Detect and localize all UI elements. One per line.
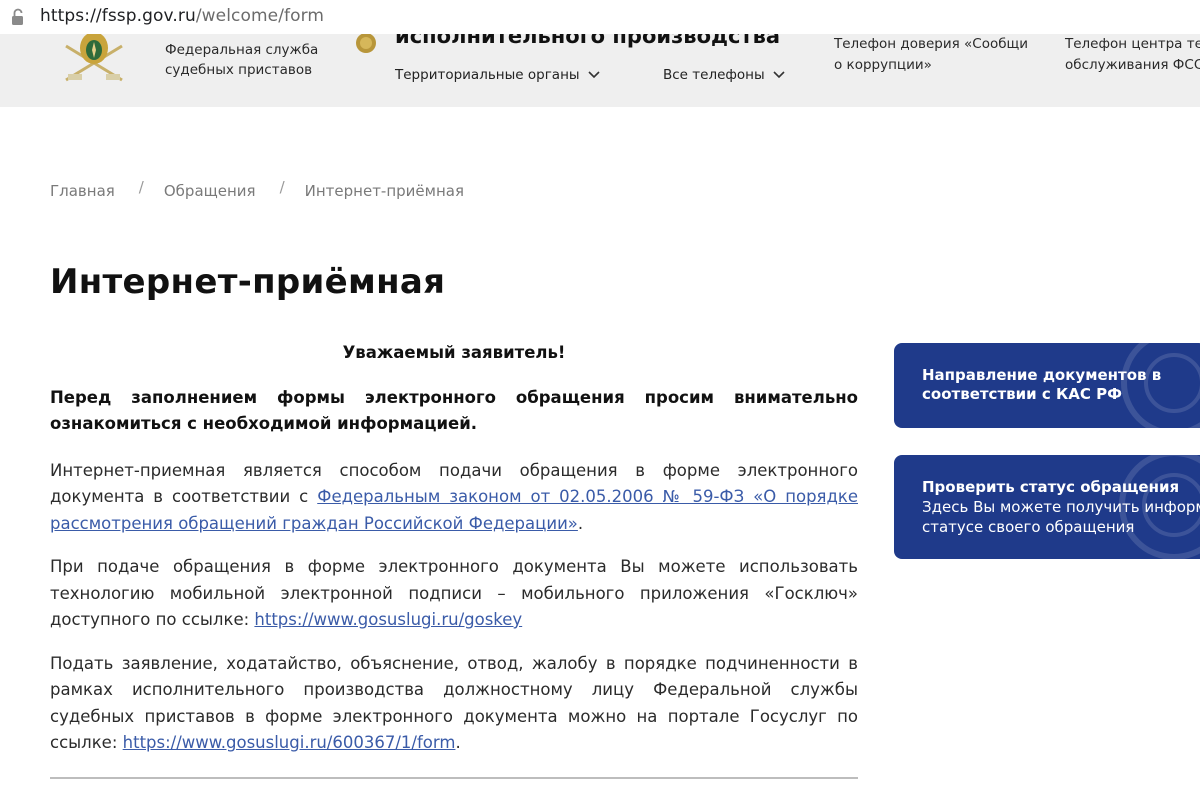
check-status-card[interactable]: Проверить статус обращения Здесь Вы може…	[894, 455, 1200, 559]
kas-card-line2: соответствии с КАС РФ	[922, 385, 1122, 403]
header-title: исполнительного производства	[395, 34, 781, 48]
org-name: Федеральная служба судебных приставов	[165, 40, 318, 80]
trust-phone-link[interactable]: Телефон доверия «Сообщи о коррупции»	[834, 34, 1028, 76]
url-path: /welcome/form	[195, 6, 325, 26]
status-card-subtitle: Здесь Вы можете получить информа статусе…	[922, 497, 1200, 537]
status-card-title: Проверить статус обращения	[922, 478, 1180, 496]
trust-phone-line1: Телефон доверия «Сообщи	[834, 36, 1029, 52]
greeting: Уважаемый заявитель!	[342, 343, 566, 362]
status-card-sub-line2: статусе своего обращения	[922, 518, 1135, 536]
org-name-line1: Федеральная служба	[165, 42, 319, 58]
browser-address-bar[interactable]: https://fssp.gov.ru/welcome/form	[0, 0, 1200, 35]
breadcrumb-separator: /	[279, 178, 285, 196]
all-phones-label: Все телефоны	[663, 67, 765, 83]
territorial-bodies-label: Территориальные органы	[395, 67, 580, 83]
site-header: Федеральная служба судебных приставов ис…	[0, 34, 1200, 107]
paragraph-law-end: .	[577, 513, 584, 533]
status-card-sub-line1: Здесь Вы можете получить информа	[922, 498, 1200, 516]
main-content: Уважаемый заявитель! Перед заполнением ф…	[50, 340, 858, 774]
breadcrumb-home[interactable]: Главная	[50, 182, 115, 200]
kas-documents-card[interactable]: Направление документов в соответствии с …	[894, 343, 1200, 428]
paragraph-gosuslugi: Подать заявление, ходатайство, объяснени…	[50, 651, 858, 757]
paragraph-goskey: При подаче обращения в форме электронног…	[50, 554, 858, 634]
fssp-emblem-icon[interactable]	[58, 34, 130, 86]
trust-phone-line2: о коррупции»	[834, 57, 932, 73]
goskey-link[interactable]: https://www.gosuslugi.ru/goskey	[254, 610, 522, 629]
chevron-down-icon	[587, 71, 600, 79]
breadcrumb-current: Интернет-приёмная	[304, 182, 464, 200]
divider	[50, 777, 858, 779]
kas-card-line1: Направление документов в	[922, 366, 1162, 384]
medal-icon	[356, 34, 376, 53]
paragraph-gosuslugi-end: .	[455, 733, 461, 752]
chevron-down-icon	[773, 71, 785, 79]
paragraph-law: Интернет-приемная является способом пода…	[50, 458, 858, 538]
kas-card-title: Направление документов в соответствии с …	[922, 366, 1161, 404]
url-text[interactable]: https://fssp.gov.ru/welcome/form	[40, 6, 324, 26]
breadcrumb: Главная / Обращения / Интернет-приёмная	[50, 178, 464, 200]
breadcrumb-separator: /	[138, 178, 144, 196]
breadcrumb-appeals[interactable]: Обращения	[164, 182, 256, 200]
service-center-phone-link[interactable]: Телефон центра тел обслуживания ФСС	[1065, 34, 1200, 76]
gosuslugi-form-link[interactable]: https://www.gosuslugi.ru/600367/1/form	[123, 733, 456, 752]
service-phone-line1: Телефон центра тел	[1065, 36, 1200, 52]
url-host: https://fssp.gov.ru	[40, 6, 196, 26]
all-phones-dropdown[interactable]: Все телефоны	[663, 67, 785, 83]
territorial-bodies-dropdown[interactable]: Территориальные органы	[395, 67, 600, 83]
org-name-line2: судебных приставов	[165, 62, 313, 78]
service-phone-line2: обслуживания ФСС	[1065, 57, 1200, 73]
lock-icon[interactable]	[10, 8, 26, 26]
intro-notice: Перед заполнением формы электронного обр…	[50, 387, 858, 434]
page-title: Интернет-приёмная	[50, 262, 446, 302]
